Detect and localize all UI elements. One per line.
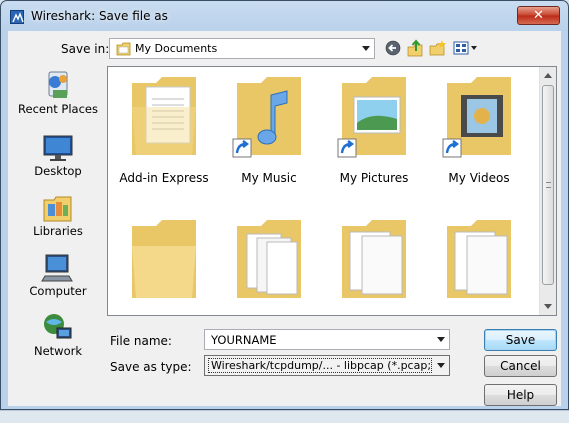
place-label: Computer bbox=[29, 284, 87, 298]
folder-music-icon bbox=[232, 77, 301, 158]
place-computer[interactable]: Computer bbox=[13, 248, 103, 306]
scroll-up-arrow-icon[interactable] bbox=[544, 73, 552, 78]
folder-item-my-pictures[interactable]: My Pictures bbox=[322, 69, 426, 209]
place-libraries[interactable]: Libraries bbox=[13, 188, 103, 246]
file-name-combo[interactable] bbox=[204, 329, 450, 350]
folder-item-my-music[interactable]: My Music bbox=[217, 69, 321, 209]
file-name-label: File name: bbox=[110, 334, 172, 348]
folder-item-add-in-express[interactable]: Add-in Express bbox=[112, 69, 216, 209]
new-folder-button[interactable] bbox=[428, 38, 448, 58]
close-button[interactable]: ✕ bbox=[517, 6, 560, 25]
vertical-scrollbar[interactable] bbox=[539, 67, 556, 315]
new-folder-icon bbox=[429, 40, 446, 56]
back-button[interactable] bbox=[383, 38, 403, 58]
scrollbar-thumb[interactable] bbox=[542, 85, 554, 285]
folder-papers-icon bbox=[447, 220, 511, 298]
folder-files-icon bbox=[237, 220, 301, 298]
save-file-dialog: Wireshark: Save file as ✕ Save in: My Do… bbox=[0, 0, 569, 410]
cancel-button[interactable]: Cancel bbox=[484, 355, 557, 377]
title-bar[interactable]: Wireshark: Save file as ✕ bbox=[1, 1, 568, 31]
background-window-strip bbox=[0, 410, 569, 423]
item-name: My Videos bbox=[448, 171, 510, 185]
save-as-type-dropdown[interactable]: Wireshark/tcpdump/... - libpcap (*.pcap;… bbox=[204, 355, 450, 376]
place-network[interactable]: Network bbox=[13, 308, 103, 366]
libraries-icon bbox=[43, 196, 72, 222]
item-name: My Pictures bbox=[339, 171, 409, 185]
folder-item[interactable] bbox=[217, 212, 321, 315]
item-name: Add-in Express bbox=[119, 171, 209, 185]
file-list-view[interactable]: Add-in Express My Music My Pictures My V… bbox=[107, 66, 557, 316]
folder-papers-icon bbox=[342, 220, 406, 298]
place-label: Network bbox=[33, 344, 83, 358]
window-title: Wireshark: Save file as bbox=[31, 9, 168, 23]
save-in-value: My Documents bbox=[135, 42, 218, 55]
item-name: My Music bbox=[241, 171, 297, 185]
folder-item-my-videos[interactable]: My Videos bbox=[427, 69, 531, 209]
folder-item[interactable] bbox=[427, 212, 531, 315]
save-in-dropdown[interactable]: My Documents bbox=[109, 38, 375, 59]
view-grid-icon bbox=[453, 41, 477, 55]
help-button[interactable]: Help bbox=[484, 384, 557, 406]
up-folder-icon bbox=[407, 39, 423, 57]
folder-videos-icon bbox=[442, 77, 511, 158]
grip-icon bbox=[546, 182, 551, 188]
scroll-down-arrow-icon[interactable] bbox=[544, 304, 552, 309]
chevron-down-icon bbox=[437, 363, 445, 368]
save-as-type-value: Wireshark/tcpdump/... - libpcap (*.pcap;… bbox=[208, 358, 432, 373]
folder-icon bbox=[116, 42, 131, 56]
folder-icon bbox=[132, 220, 196, 298]
place-label: Recent Places bbox=[18, 102, 98, 116]
network-icon bbox=[44, 314, 72, 339]
view-menu-button[interactable] bbox=[452, 38, 480, 58]
up-folder-button[interactable] bbox=[405, 38, 425, 58]
recent-places-icon bbox=[48, 71, 68, 98]
place-recent-places[interactable]: Recent Places bbox=[13, 66, 103, 124]
folder-item[interactable] bbox=[112, 212, 216, 315]
folder-pictures-icon bbox=[337, 77, 406, 158]
folder-item[interactable] bbox=[322, 212, 426, 315]
desktop-icon bbox=[43, 135, 73, 161]
place-desktop[interactable]: Desktop bbox=[13, 128, 103, 186]
chevron-down-icon[interactable] bbox=[437, 337, 445, 342]
file-name-input[interactable] bbox=[205, 330, 431, 349]
place-label: Libraries bbox=[33, 224, 83, 238]
places-bar: Recent Places Desktop Libraries Computer… bbox=[13, 66, 103, 396]
save-in-label: Save in: bbox=[61, 42, 110, 56]
back-arrow-icon bbox=[385, 40, 401, 56]
place-label: Desktop bbox=[34, 164, 82, 178]
chevron-down-icon bbox=[362, 46, 370, 51]
wireshark-icon bbox=[10, 10, 24, 24]
folder-documents-icon bbox=[132, 77, 196, 155]
save-button[interactable]: Save bbox=[484, 329, 557, 351]
save-as-type-label: Save as type: bbox=[110, 360, 192, 374]
dialog-body: Save in: My Documents Recent Places Desk… bbox=[8, 31, 561, 406]
computer-icon bbox=[41, 254, 73, 282]
